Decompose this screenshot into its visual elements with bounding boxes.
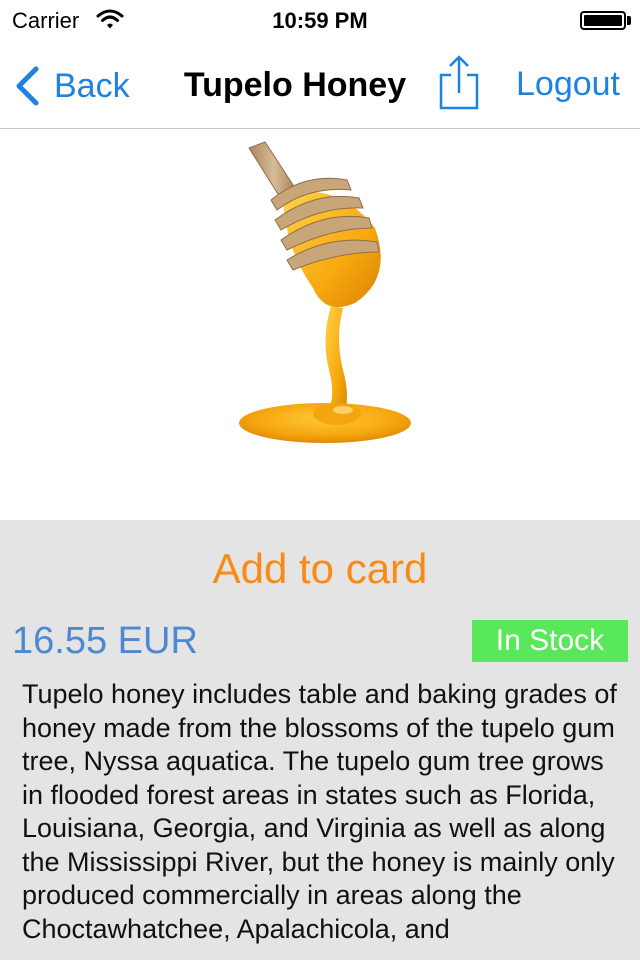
- navigation-bar: Back Tupelo Honey Logout: [0, 40, 640, 129]
- add-to-cart-button[interactable]: Add to card: [0, 545, 640, 593]
- share-icon[interactable]: [437, 54, 481, 112]
- page-title: Tupelo Honey: [183, 66, 407, 104]
- product-description: Tupelo honey includes table and baking g…: [22, 679, 617, 944]
- product-price: 16.55 EUR: [12, 620, 198, 662]
- status-time: 10:59 PM: [272, 8, 368, 33]
- battery-tip: [627, 16, 631, 25]
- product-image-area: [0, 130, 640, 520]
- logout-button[interactable]: Logout: [516, 65, 620, 104]
- product-details-panel: Add to card 16.55 EUR In Stock Tupelo ho…: [0, 520, 640, 960]
- stock-status-badge: In Stock: [472, 620, 628, 662]
- honey-dipper-image: [239, 141, 411, 443]
- status-bar: Carrier 10:59 PM: [0, 0, 640, 40]
- battery-icon: [580, 11, 626, 30]
